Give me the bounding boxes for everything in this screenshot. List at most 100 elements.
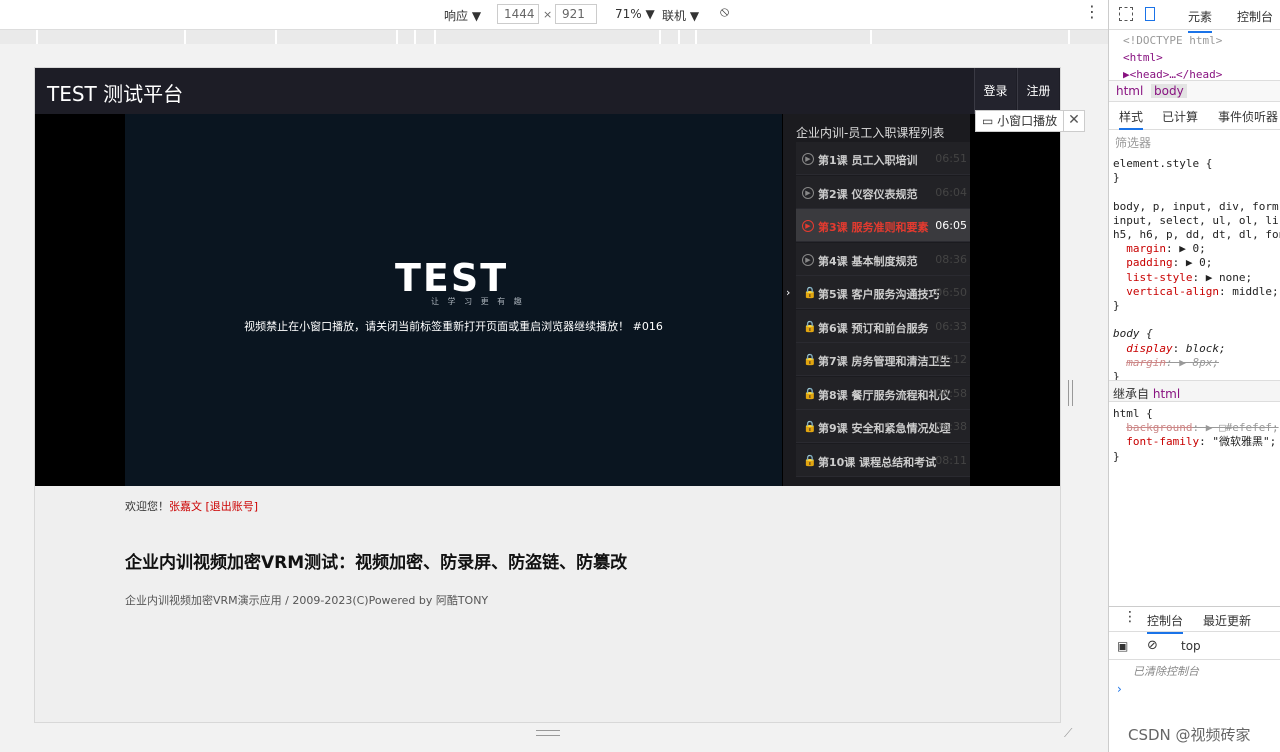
console-toolbar: ▣ ⊘ top [1109,634,1280,660]
lock-icon: 🔒 [803,420,817,433]
logo-tagline: 让 学 习 更 有 趣 [431,297,525,306]
lesson-item[interactable]: ▶ 第2课 仪容仪表规范 06:04 [796,175,970,209]
lesson-item[interactable]: ▶ 第4课 基本制度规范 08:36 [796,242,970,276]
sidebar-toggle-icon[interactable]: ▣ [1117,639,1128,653]
context-select[interactable]: top [1181,639,1201,653]
lesson-item[interactable]: 🔒 第9课 安全和紧急情况处理 06:38 [796,410,970,443]
zoom-select[interactable]: 71% ▼ [615,7,655,21]
user-name: 张嘉文 [169,500,202,513]
rule-close: } [1113,449,1120,463]
ruler-tick [870,30,872,44]
tab-styles[interactable]: 样式 [1119,108,1144,130]
media-query-ruler [0,30,1108,44]
lesson-item[interactable]: 🔒 第8课 餐厅服务流程和礼仪 06:58 [796,376,970,410]
lesson-item[interactable]: ▶ 第1课 员工入职培训 06:51 [796,142,970,175]
lesson-name: 第9课 安全和紧急情况处理 [818,422,951,435]
crumb-html[interactable]: html [1113,84,1146,98]
play-icon: ▶ [802,153,814,165]
css-value[interactable]: "微软雅黑"; [1212,435,1276,448]
lesson-duration: 06:04 [935,185,967,199]
inherited-label: 继承自 [1113,387,1150,401]
mini-window-label: 小窗口播放 [997,114,1058,128]
css-value-overridden[interactable]: 8px; [1193,356,1220,369]
css-value[interactable]: block; [1186,342,1226,355]
login-button[interactable]: 登录 [974,68,1016,114]
lesson-name: 第6课 预订和前台服务 [818,321,929,335]
css-prop-overridden[interactable]: margin [1126,356,1166,369]
test-logo: TEST [395,256,509,300]
lesson-item[interactable]: ▶ 第3课 服务准则和要素 06:05 [796,209,970,242]
register-button[interactable]: 注册 [1017,68,1059,114]
device-toggle-icon[interactable] [1145,7,1155,21]
console-prompt[interactable]: › [1117,682,1122,696]
emulated-viewport: TEST 测试平台 登录 注册 TEST 让 学 习 更 有 趣 视频禁止在小窗… [0,44,1108,752]
brand-title[interactable]: TEST 测试平台 [47,78,183,107]
rotate-icon[interactable]: ⦸ [720,4,729,20]
resize-handle-right[interactable] [1068,380,1073,406]
course-playlist: 企业内训-员工入职课程列表 ▶ 第1课 员工入职培训 06:51 ▶ 第2课 仪容仪表规… [783,114,970,486]
inherited-tag[interactable]: html [1153,387,1180,401]
tab-console[interactable]: 控制台 [1237,8,1273,25]
clear-console-icon[interactable]: ⊘ [1147,638,1158,653]
lock-icon: 🔒 [803,353,817,366]
rule-selector-line: body, p, input, div, form, [1113,199,1280,213]
video-area[interactable]: TEST 让 学 习 更 有 趣 视频禁止在小窗口播放，请关闭当前标签重新打开页… [125,114,782,486]
css-prop[interactable]: display [1126,342,1172,355]
small-window-notice: 视频禁止在小窗口播放，请关闭当前标签重新打开页面或重启浏览器继续播放！ #016 [244,320,663,333]
lesson-duration: 06:33 [935,319,967,333]
resize-handle-bottom[interactable] [536,730,560,736]
tab-elements[interactable]: 元素 [1188,8,1213,33]
tab-computed[interactable]: 已计算 [1162,108,1198,125]
css-prop[interactable]: list-style [1126,271,1192,284]
responsive-select[interactable]: 响应 ▼ [444,7,481,24]
drawer-menu-icon[interactable]: ⋮ [1123,609,1137,625]
ruler-tick [275,30,277,44]
rule-selector-line: html { [1113,407,1153,420]
lesson-name: 第2课 仪容仪表规范 [818,187,918,201]
styles-filter-input[interactable]: 筛选器 [1115,134,1151,151]
lesson-item[interactable]: 🔒 第10课 课程总结和考试 08:11 [796,443,970,477]
lesson-item[interactable]: 🔒 第7课 房务管理和清洁卫生 07:12 [796,343,970,376]
top-nav: TEST 测试平台 登录 注册 [35,68,1060,114]
height-input[interactable]: 921 [555,4,597,24]
welcome-line: 欢迎您！张嘉文 [退出账号] [125,498,258,514]
lesson-name: 第7课 房务管理和清洁卫生 [818,355,951,368]
dom-doctype[interactable]: <!DOCTYPE html> [1123,32,1222,49]
css-prop[interactable]: font-family [1126,435,1199,448]
styles-tabs: 样式 已计算 事件侦听器 [1109,104,1280,130]
css-value-overridden[interactable]: #efefef; [1226,421,1279,434]
lesson-duration: 08:36 [935,252,967,266]
rule-selector-line: h5, h6, p, dd, dt, dl, fon [1113,228,1280,242]
css-value[interactable]: middle; [1232,285,1278,298]
css-prop-overridden[interactable]: background [1126,421,1192,434]
chevron-right-icon: › [786,286,791,299]
rule-selector-line: body { [1113,327,1153,341]
css-prop[interactable]: vertical-align [1126,285,1219,298]
tab-console-drawer[interactable]: 控制台 [1147,612,1184,634]
lesson-duration: 06:38 [935,420,967,433]
close-icon[interactable]: ✕ [1063,110,1085,132]
tab-whats-new[interactable]: 最近更新 [1203,612,1251,629]
more-options-icon[interactable]: ⋮ [1084,4,1100,20]
tab-event-listeners[interactable]: 事件侦听器 [1218,108,1278,125]
css-value[interactable]: 0; [1193,242,1206,255]
resize-corner-icon[interactable]: ⟋ [1064,726,1072,741]
lesson-name: 第5课 客户服务沟通技巧 [818,288,940,301]
css-value[interactable]: 0; [1199,256,1212,269]
logout-link[interactable]: [退出账号] [206,500,259,513]
crumb-body[interactable]: body [1151,84,1187,98]
page-footer: 企业内训视频加密VRM演示应用 / 2009-2023(C)Powered by… [125,594,489,607]
screen: 响应 ▼ 1444 × 921 71% ▼ 联机 ▼ ⦸ ⋮ TEST 测试平台… [0,0,1280,752]
lesson-item[interactable]: 🔒 第5课 客户服务沟通技巧 06:50 [796,276,970,309]
lesson-item[interactable]: 🔒 第6课 预订和前台服务 06:33 [796,309,970,343]
network-select[interactable]: 联机 ▼ [662,7,699,24]
css-prop[interactable]: margin [1126,242,1166,255]
width-input[interactable]: 1444 [497,4,539,24]
inherited-from: 继承自 html [1109,380,1280,402]
lesson-duration: 06:05 [935,219,967,232]
mini-window-button[interactable]: ▭ 小窗口播放 [975,110,1065,132]
dom-html[interactable]: <html> [1123,49,1222,66]
inspect-icon[interactable] [1119,7,1133,21]
css-value[interactable]: none; [1219,271,1252,284]
css-prop[interactable]: padding [1126,256,1172,269]
